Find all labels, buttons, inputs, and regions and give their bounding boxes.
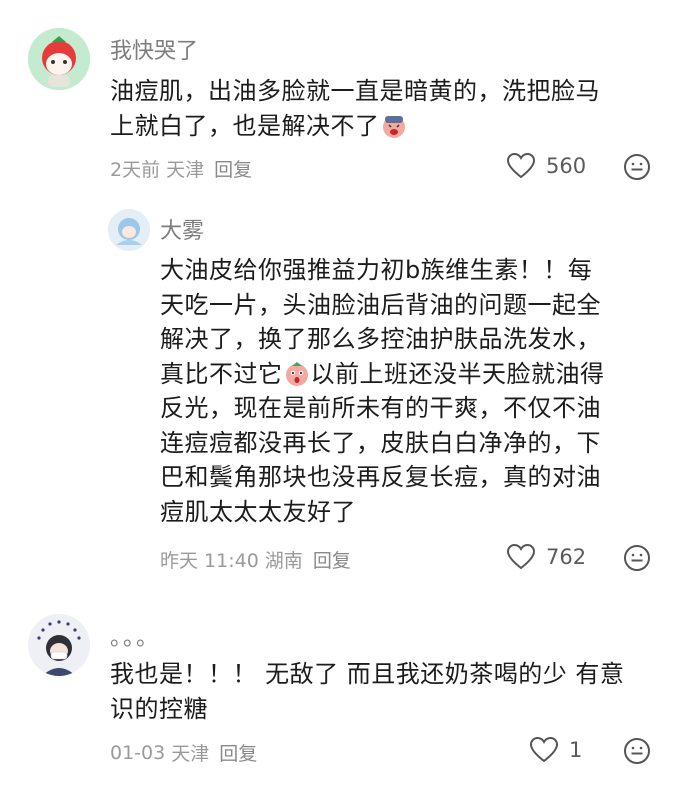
reply-button[interactable]: 回复 [313, 546, 351, 573]
heart-outline-icon [506, 543, 536, 570]
comment-date: 昨天 11:40 [160, 550, 259, 572]
comment-text: 我也是！！！ 无敌了 而且我还奶茶喝的少 有意 识的控糖 [110, 657, 680, 726]
comment-date: 01-03 [110, 741, 166, 764]
comment-line: 解决了，换了那么多控油护肤品洗发水， [160, 325, 601, 353]
avatar-image [108, 209, 150, 251]
avatar[interactable] [28, 614, 90, 676]
comment-date: 2天前 [110, 159, 161, 181]
comment-location: 天津 [166, 159, 205, 181]
like-count: 1 [569, 738, 583, 762]
smiley-icon[interactable] [623, 544, 651, 572]
comment-line: 连痘痘都没再长了，皮肤白白净净的，下 [160, 428, 601, 457]
username[interactable]: 我快哭了 [110, 33, 198, 65]
comment-location: 湖南 [264, 550, 303, 572]
comment-line: 我也是！！！ 无敌了 而且我还奶茶喝的少 有意 [110, 660, 625, 688]
username[interactable]: 大雾 [160, 213, 204, 245]
username[interactable]: 。。。 [110, 620, 160, 652]
comment-line: 上就白了，也是解决不了 [110, 109, 670, 144]
avatar-image [28, 614, 90, 676]
like-button[interactable]: 560 [506, 152, 586, 180]
heart-outline-icon [529, 736, 559, 763]
comment-line: 痘肌太太太友好了 [160, 497, 356, 526]
comment-text: 大油皮给你强推益力初b族维生素！！每 天吃一片，头油脸油后背油的问题一起全 解决… [160, 253, 660, 529]
comment-line: 真比不过它 以前上班还没半天脸就油得 [160, 359, 605, 388]
comment-line: 天吃一片，头油脸油后背油的问题一起全 [160, 290, 601, 319]
comment-meta: 01-03 天津 回复 [110, 739, 257, 766]
smiley-icon[interactable] [623, 737, 651, 765]
comment-line: 反光，现在是前所未有的干爽，不仅不油 [160, 394, 601, 422]
comment-location: 天津 [171, 743, 210, 765]
comment-meta: 昨天 11:40 湖南 回复 [160, 546, 351, 573]
avatar[interactable] [108, 209, 150, 251]
reply-button[interactable]: 回复 [219, 739, 257, 766]
comment-meta: 2天前 天津 回复 [110, 155, 252, 182]
avatar[interactable] [28, 28, 90, 90]
heart-outline-icon [506, 152, 536, 179]
avatar-image [28, 28, 90, 90]
smiley-icon[interactable] [623, 153, 651, 181]
like-button[interactable]: 762 [506, 543, 586, 571]
surprised-face-emoji [285, 361, 308, 386]
crying-face-emoji [382, 115, 405, 138]
like-count: 560 [546, 154, 587, 178]
like-button[interactable]: 1 [529, 736, 582, 764]
comment-line: 巴和鬓角那块也没再反复长痘，真的对油 [160, 463, 601, 491]
comment-line: 识的控糖 [110, 694, 208, 723]
comment-line: 大油皮给你强推益力初b族维生素！！每 [160, 256, 593, 284]
comment-line: 油痘肌，出油多脸就一直是暗黄的，洗把脸马 [110, 77, 600, 105]
like-count: 762 [546, 545, 587, 569]
reply-button[interactable]: 回复 [214, 155, 252, 182]
comment-text: 油痘肌，出油多脸就一直是暗黄的，洗把脸马 上就白了，也是解决不了 [110, 74, 670, 143]
